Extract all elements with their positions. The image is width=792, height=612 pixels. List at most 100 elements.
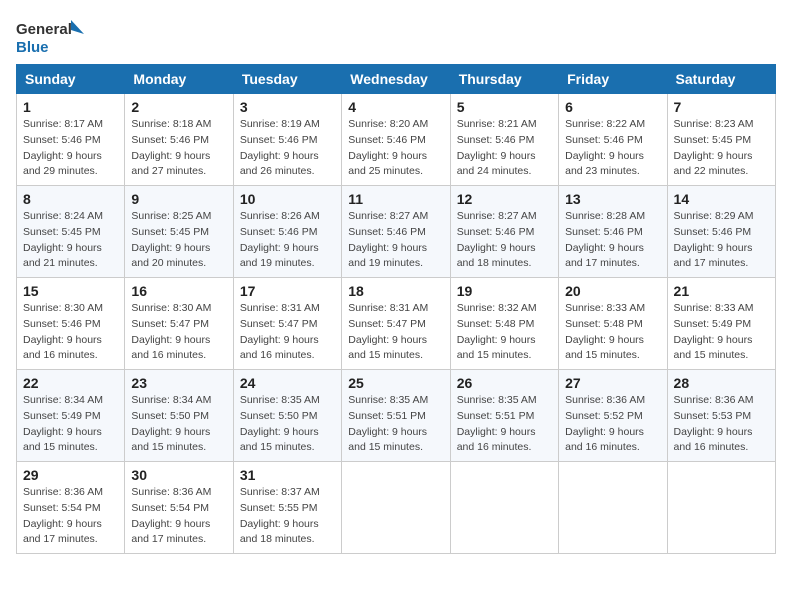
calendar-header-row: SundayMondayTuesdayWednesdayThursdayFrid… xyxy=(17,65,776,94)
day-number: 4 xyxy=(348,99,443,115)
day-number: 10 xyxy=(240,191,335,207)
calendar-day-cell: 28 Sunrise: 8:36 AM Sunset: 5:53 PM Dayli… xyxy=(667,370,775,462)
logo: GeneralBlue xyxy=(16,16,86,58)
calendar-week-row: 15 Sunrise: 8:30 AM Sunset: 5:46 PM Dayli… xyxy=(17,278,776,370)
day-number: 6 xyxy=(565,99,660,115)
calendar-day-cell: 24 Sunrise: 8:35 AM Sunset: 5:50 PM Dayli… xyxy=(233,370,341,462)
calendar-day-cell: 25 Sunrise: 8:35 AM Sunset: 5:51 PM Dayli… xyxy=(342,370,450,462)
calendar-day-cell: 3 Sunrise: 8:19 AM Sunset: 5:46 PM Daylig… xyxy=(233,94,341,186)
day-number: 25 xyxy=(348,375,443,391)
day-info: Sunrise: 8:27 AM Sunset: 5:46 PM Dayligh… xyxy=(348,209,443,272)
calendar-day-cell: 8 Sunrise: 8:24 AM Sunset: 5:45 PM Daylig… xyxy=(17,186,125,278)
day-number: 1 xyxy=(23,99,118,115)
day-info: Sunrise: 8:32 AM Sunset: 5:48 PM Dayligh… xyxy=(457,301,552,364)
weekday-header: Tuesday xyxy=(233,65,341,94)
calendar-day-cell: 31 Sunrise: 8:37 AM Sunset: 5:55 PM Dayli… xyxy=(233,462,341,554)
day-info: Sunrise: 8:35 AM Sunset: 5:51 PM Dayligh… xyxy=(348,393,443,456)
day-number: 7 xyxy=(674,99,769,115)
calendar-day-cell: 27 Sunrise: 8:36 AM Sunset: 5:52 PM Dayli… xyxy=(559,370,667,462)
day-info: Sunrise: 8:36 AM Sunset: 5:54 PM Dayligh… xyxy=(23,485,118,548)
calendar-day-cell: 6Sunrise: 8:22 AM Sunset: 5:46 PM Daylig… xyxy=(559,94,667,186)
calendar-day-cell xyxy=(450,462,558,554)
day-number: 5 xyxy=(457,99,552,115)
calendar-table: SundayMondayTuesdayWednesdayThursdayFrid… xyxy=(16,64,776,554)
day-info: Sunrise: 8:31 AM Sunset: 5:47 PM Dayligh… xyxy=(348,301,443,364)
calendar-week-row: 1 Sunrise: 8:17 AM Sunset: 5:46 PM Daylig… xyxy=(17,94,776,186)
day-info: Sunrise: 8:37 AM Sunset: 5:55 PM Dayligh… xyxy=(240,485,335,548)
day-number: 27 xyxy=(565,375,660,391)
day-info: Sunrise: 8:31 AM Sunset: 5:47 PM Dayligh… xyxy=(240,301,335,364)
calendar-day-cell xyxy=(559,462,667,554)
calendar-day-cell: 21 Sunrise: 8:33 AM Sunset: 5:49 PM Dayli… xyxy=(667,278,775,370)
day-number: 28 xyxy=(674,375,769,391)
calendar-day-cell: 15 Sunrise: 8:30 AM Sunset: 5:46 PM Dayli… xyxy=(17,278,125,370)
day-number: 8 xyxy=(23,191,118,207)
day-number: 9 xyxy=(131,191,226,207)
day-info: Sunrise: 8:20 AM Sunset: 5:46 PM Dayligh… xyxy=(348,117,443,180)
calendar-day-cell: 5Sunrise: 8:21 AM Sunset: 5:46 PM Daylig… xyxy=(450,94,558,186)
day-number: 23 xyxy=(131,375,226,391)
svg-text:Blue: Blue xyxy=(16,39,49,56)
day-number: 16 xyxy=(131,283,226,299)
day-info: Sunrise: 8:33 AM Sunset: 5:49 PM Dayligh… xyxy=(674,301,769,364)
logo-svg: GeneralBlue xyxy=(16,16,86,58)
day-number: 15 xyxy=(23,283,118,299)
day-number: 14 xyxy=(674,191,769,207)
calendar-day-cell: 1 Sunrise: 8:17 AM Sunset: 5:46 PM Daylig… xyxy=(17,94,125,186)
day-info: Sunrise: 8:19 AM Sunset: 5:46 PM Dayligh… xyxy=(240,117,335,180)
weekday-header: Saturday xyxy=(667,65,775,94)
day-number: 29 xyxy=(23,467,118,483)
calendar-day-cell: 12 Sunrise: 8:27 AM Sunset: 5:46 PM Dayli… xyxy=(450,186,558,278)
day-number: 26 xyxy=(457,375,552,391)
day-info: Sunrise: 8:25 AM Sunset: 5:45 PM Dayligh… xyxy=(131,209,226,272)
day-number: 12 xyxy=(457,191,552,207)
day-number: 3 xyxy=(240,99,335,115)
day-info: Sunrise: 8:36 AM Sunset: 5:52 PM Dayligh… xyxy=(565,393,660,456)
day-info: Sunrise: 8:33 AM Sunset: 5:48 PM Dayligh… xyxy=(565,301,660,364)
calendar-day-cell: 20 Sunrise: 8:33 AM Sunset: 5:48 PM Dayli… xyxy=(559,278,667,370)
day-number: 2 xyxy=(131,99,226,115)
calendar-day-cell: 26Sunrise: 8:35 AM Sunset: 5:51 PM Dayli… xyxy=(450,370,558,462)
day-number: 21 xyxy=(674,283,769,299)
day-number: 24 xyxy=(240,375,335,391)
calendar-day-cell: 16 Sunrise: 8:30 AM Sunset: 5:47 PM Dayli… xyxy=(125,278,233,370)
calendar-day-cell: 10Sunrise: 8:26 AM Sunset: 5:46 PM Dayli… xyxy=(233,186,341,278)
day-number: 13 xyxy=(565,191,660,207)
day-number: 20 xyxy=(565,283,660,299)
day-info: Sunrise: 8:17 AM Sunset: 5:46 PM Dayligh… xyxy=(23,117,118,180)
calendar-day-cell: 4 Sunrise: 8:20 AM Sunset: 5:46 PM Daylig… xyxy=(342,94,450,186)
calendar-week-row: 22Sunrise: 8:34 AM Sunset: 5:49 PM Dayli… xyxy=(17,370,776,462)
day-info: Sunrise: 8:29 AM Sunset: 5:46 PM Dayligh… xyxy=(674,209,769,272)
weekday-header: Wednesday xyxy=(342,65,450,94)
weekday-header: Thursday xyxy=(450,65,558,94)
calendar-day-cell: 19 Sunrise: 8:32 AM Sunset: 5:48 PM Dayli… xyxy=(450,278,558,370)
calendar-day-cell xyxy=(342,462,450,554)
calendar-day-cell: 23 Sunrise: 8:34 AM Sunset: 5:50 PM Dayli… xyxy=(125,370,233,462)
calendar-day-cell: 11 Sunrise: 8:27 AM Sunset: 5:46 PM Dayli… xyxy=(342,186,450,278)
calendar-day-cell: 17 Sunrise: 8:31 AM Sunset: 5:47 PM Dayli… xyxy=(233,278,341,370)
day-info: Sunrise: 8:27 AM Sunset: 5:46 PM Dayligh… xyxy=(457,209,552,272)
day-info: Sunrise: 8:30 AM Sunset: 5:47 PM Dayligh… xyxy=(131,301,226,364)
svg-text:General: General xyxy=(16,21,72,38)
day-number: 31 xyxy=(240,467,335,483)
day-info: Sunrise: 8:24 AM Sunset: 5:45 PM Dayligh… xyxy=(23,209,118,272)
calendar-day-cell xyxy=(667,462,775,554)
page-header: GeneralBlue xyxy=(16,16,776,58)
day-info: Sunrise: 8:34 AM Sunset: 5:49 PM Dayligh… xyxy=(23,393,118,456)
calendar-day-cell: 29 Sunrise: 8:36 AM Sunset: 5:54 PM Dayli… xyxy=(17,462,125,554)
day-info: Sunrise: 8:34 AM Sunset: 5:50 PM Dayligh… xyxy=(131,393,226,456)
day-info: Sunrise: 8:30 AM Sunset: 5:46 PM Dayligh… xyxy=(23,301,118,364)
day-number: 17 xyxy=(240,283,335,299)
day-number: 11 xyxy=(348,191,443,207)
day-info: Sunrise: 8:36 AM Sunset: 5:54 PM Dayligh… xyxy=(131,485,226,548)
day-info: Sunrise: 8:36 AM Sunset: 5:53 PM Dayligh… xyxy=(674,393,769,456)
day-number: 19 xyxy=(457,283,552,299)
calendar-day-cell: 7 Sunrise: 8:23 AM Sunset: 5:45 PM Daylig… xyxy=(667,94,775,186)
weekday-header: Sunday xyxy=(17,65,125,94)
calendar-week-row: 29 Sunrise: 8:36 AM Sunset: 5:54 PM Dayli… xyxy=(17,462,776,554)
calendar-week-row: 8 Sunrise: 8:24 AM Sunset: 5:45 PM Daylig… xyxy=(17,186,776,278)
day-info: Sunrise: 8:35 AM Sunset: 5:50 PM Dayligh… xyxy=(240,393,335,456)
weekday-header: Monday xyxy=(125,65,233,94)
calendar-day-cell: 9 Sunrise: 8:25 AM Sunset: 5:45 PM Daylig… xyxy=(125,186,233,278)
day-info: Sunrise: 8:23 AM Sunset: 5:45 PM Dayligh… xyxy=(674,117,769,180)
